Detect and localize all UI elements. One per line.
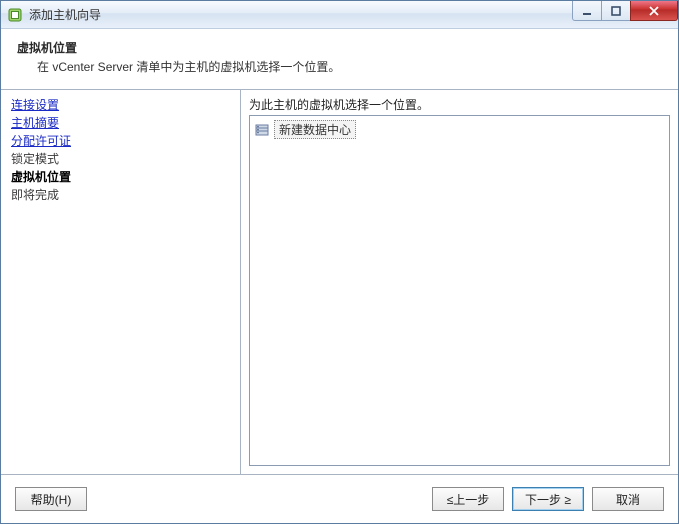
location-tree[interactable]: 新建数据中心: [249, 115, 670, 466]
step-ready-to-complete: 即将完成: [11, 186, 240, 204]
wizard-footer: 帮助(H) ≤上一步 下一步 ≥ 取消: [1, 474, 678, 523]
help-button[interactable]: 帮助(H): [15, 487, 87, 511]
titlebar: 添加主机向导: [1, 1, 678, 29]
wizard-body: 连接设置 主机摘要 分配许可证 锁定模式 虚拟机位置 即将完成 为此主机的虚拟机…: [1, 90, 678, 474]
wizard-main-panel: 为此主机的虚拟机选择一个位置。 新建数据中心: [241, 90, 678, 474]
next-button[interactable]: 下一步 ≥: [512, 487, 584, 511]
wizard-step-subtitle: 在 vCenter Server 清单中为主机的虚拟机选择一个位置。: [37, 58, 662, 75]
back-button[interactable]: ≤上一步: [432, 487, 504, 511]
instruction-text: 为此主机的虚拟机选择一个位置。: [249, 96, 670, 115]
close-button[interactable]: [630, 1, 678, 21]
tree-item-label[interactable]: 新建数据中心: [274, 120, 356, 139]
datacenter-icon: [254, 122, 270, 138]
wizard-header: 虚拟机位置 在 vCenter Server 清单中为主机的虚拟机选择一个位置。: [1, 29, 678, 90]
step-lockdown-mode: 锁定模式: [11, 150, 240, 168]
cancel-button[interactable]: 取消: [592, 487, 664, 511]
app-icon: [7, 7, 23, 23]
step-connection-settings[interactable]: 连接设置: [11, 96, 240, 114]
step-vm-location: 虚拟机位置: [11, 168, 240, 186]
wizard-step-title: 虚拟机位置: [17, 39, 662, 56]
window-title: 添加主机向导: [29, 6, 101, 23]
wizard-steps-sidebar: 连接设置 主机摘要 分配许可证 锁定模式 虚拟机位置 即将完成: [1, 90, 241, 474]
step-assign-license[interactable]: 分配许可证: [11, 132, 240, 150]
minimize-button[interactable]: [572, 1, 602, 21]
window-controls: [573, 1, 678, 21]
maximize-button[interactable]: [601, 1, 631, 21]
tree-item-datacenter[interactable]: 新建数据中心: [254, 120, 356, 139]
step-host-summary[interactable]: 主机摘要: [11, 114, 240, 132]
wizard-window: 添加主机向导 虚拟机位置 在 vCenter Server 清单中为主机的虚拟机…: [0, 0, 679, 524]
